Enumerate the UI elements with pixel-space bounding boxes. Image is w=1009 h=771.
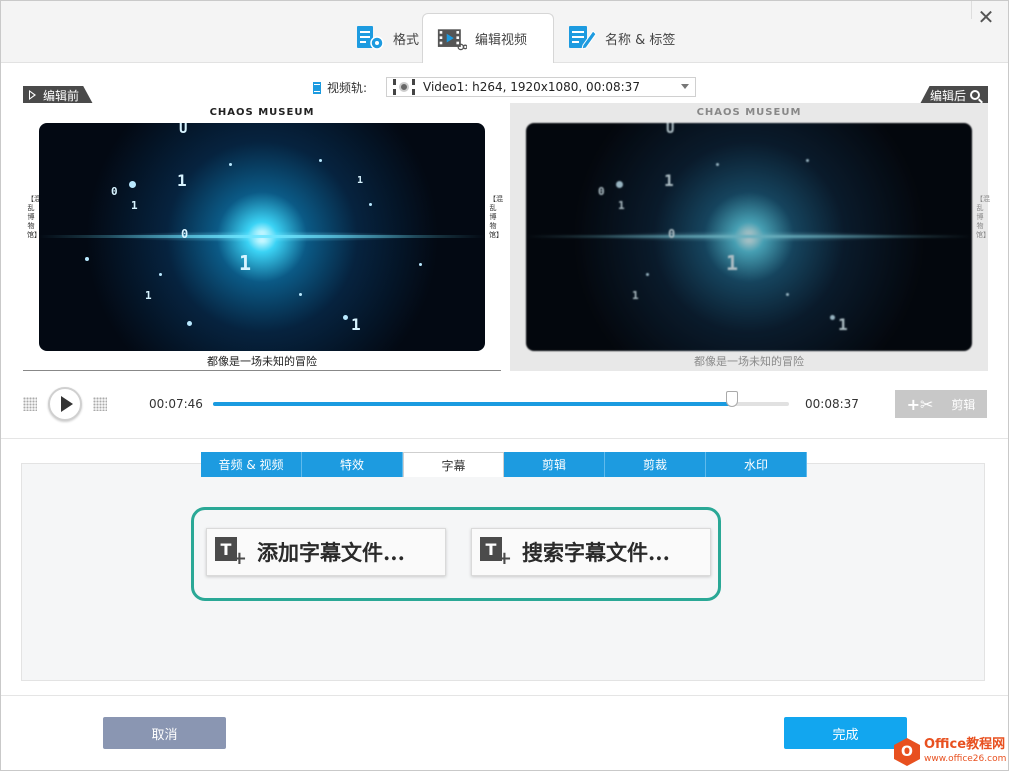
video-subtitle-after: 都像是一场未知的冒险: [694, 355, 804, 368]
section-divider: [1, 438, 1008, 439]
cancel-button[interactable]: 取消: [103, 717, 226, 749]
edit-video-dialog: 格式 编辑视频 名称 & 标签 ✕ 视频轨: Video1: h264, 192…: [0, 0, 1009, 771]
video-side-text-right: 【混乱博物馆】: [489, 195, 503, 239]
video-watermark-title-after: CHAOS MUSEUM: [696, 107, 802, 118]
subtab-subtitles[interactable]: 字幕: [403, 452, 504, 477]
chevron-down-icon: [681, 84, 689, 89]
add-text-icon: T +: [480, 537, 512, 568]
subtab-audio-video[interactable]: 音频 & 视频: [201, 452, 302, 477]
add-subtitle-file-button[interactable]: T + 添加字幕文件...: [206, 528, 446, 576]
video-frame-after: U 1 0 1 0 1 1 1: [526, 123, 972, 351]
office-logo-icon: O: [894, 738, 920, 766]
cut-button[interactable]: +✂ 剪辑: [895, 390, 987, 418]
video-track-label: 视频轨:: [313, 79, 367, 96]
play-icon: [60, 396, 73, 412]
video-frame-before: U 1 0 1 0 1 1 1 1: [39, 123, 485, 351]
subtab-effects[interactable]: 特效: [302, 452, 403, 477]
progress-slider[interactable]: [213, 391, 789, 407]
progress-thumb[interactable]: [725, 391, 738, 407]
name-tag-edit-icon: [567, 25, 597, 51]
tab-edit-video-label: 编辑视频: [475, 33, 528, 48]
preview-before: CHAOS MUSEUM 【混乱博物馆】 【混乱博物馆】 U 1 0 1 0 1…: [23, 103, 503, 371]
format-settings-icon: [355, 25, 385, 51]
tab-format-label: 格式: [393, 32, 420, 48]
play-outline-icon: [29, 90, 36, 100]
tab-edit-video[interactable]: 编辑视频: [422, 13, 554, 63]
grip-handle-left[interactable]: [23, 397, 37, 411]
film-reel-icon: [393, 79, 415, 95]
subtab-crop[interactable]: 剪裁: [605, 452, 706, 477]
video-track-select[interactable]: Video1: h264, 1920x1080, 00:08:37: [386, 77, 696, 97]
magnifier-icon: [970, 90, 981, 100]
done-button[interactable]: 完成: [784, 717, 907, 749]
progress-fill: [213, 402, 732, 406]
video-track-value: Video1: h264, 1920x1080, 00:08:37: [423, 80, 640, 94]
before-edit-label: 编辑前: [23, 86, 93, 104]
video-track-row: 视频轨: Video1: h264, 1920x1080, 00:08:37: [1, 75, 1008, 99]
video-watermark-title: CHAOS MUSEUM: [209, 107, 315, 118]
tab-name-tags[interactable]: 名称 & 标签: [553, 13, 689, 63]
close-button[interactable]: ✕: [972, 3, 1000, 31]
top-tab-bar: 格式 编辑视频 名称 & 标签 ✕: [1, 1, 1008, 63]
grip-handle-right[interactable]: [93, 397, 107, 411]
site-watermark: O Office教程网 www.office26.com: [894, 735, 1008, 769]
search-subtitle-file-button[interactable]: T + 搜索字幕文件...: [471, 528, 711, 576]
preview-after: CHAOS MUSEUM 【混乱博物馆】 U 1 0 1 0 1 1 1 都像是…: [510, 103, 990, 371]
play-button[interactable]: [48, 387, 82, 421]
tab-format[interactable]: 格式: [341, 13, 433, 63]
video-edit-icon: [437, 26, 467, 52]
subtab-watermark[interactable]: 水印: [706, 452, 807, 477]
add-text-icon: T +: [215, 537, 247, 568]
video-track-icon: [313, 81, 321, 94]
subtab-trim[interactable]: 剪辑: [504, 452, 605, 477]
edit-subtabs: 音频 & 视频 特效 字幕 剪辑 剪裁 水印: [201, 452, 807, 477]
tab-name-tags-label: 名称 & 标签: [605, 32, 676, 48]
watermark-main-text: Office教程网: [924, 737, 1006, 752]
video-subtitle-before: 都像是一场未知的冒险: [207, 355, 317, 368]
close-icon: ✕: [977, 5, 995, 29]
current-time: 00:07:46: [149, 397, 203, 411]
scissors-plus-icon: +✂: [906, 394, 934, 414]
video-side-text-left: 【混乱博物馆】: [27, 195, 41, 239]
watermark-sub-text: www.office26.com: [924, 754, 1007, 764]
after-edit-label[interactable]: 编辑后: [920, 86, 988, 104]
footer-divider: [1, 695, 1008, 696]
playback-controls: 00:07:46 00:08:37 +✂ 剪辑: [1, 383, 1008, 425]
total-time: 00:08:37: [805, 397, 859, 411]
video-side-text-after: 【混乱博物馆】: [976, 195, 990, 239]
